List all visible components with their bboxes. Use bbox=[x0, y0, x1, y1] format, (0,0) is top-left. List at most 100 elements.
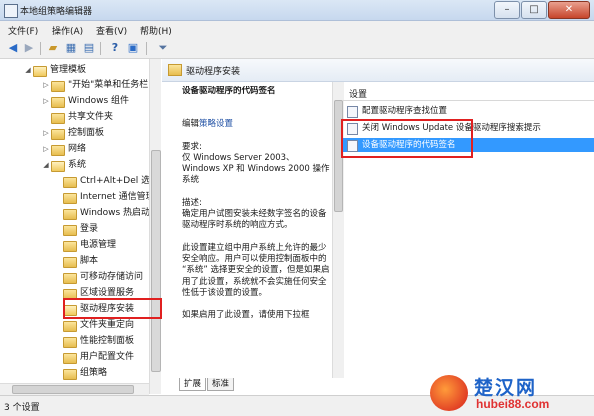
tree-item[interactable]: 组策略 bbox=[62, 366, 107, 381]
collapse-icon[interactable]: ◢ bbox=[42, 158, 50, 173]
folder-icon bbox=[51, 113, 65, 124]
app-icon bbox=[4, 4, 18, 18]
window-controls: – □ ✕ bbox=[493, 1, 590, 19]
tree-item-label: 用户配置文件 bbox=[80, 352, 135, 362]
tree-item[interactable]: 用户配置文件 bbox=[62, 350, 134, 365]
setting-row[interactable]: 配置驱动程序查找位置 bbox=[343, 104, 594, 118]
tree-item-label: 可移动存储访问 bbox=[80, 272, 144, 282]
watermark-url: hubei88.com bbox=[476, 397, 550, 411]
expand-icon[interactable]: ▷ bbox=[42, 94, 50, 109]
tree-item[interactable]: Internet 通信管理 bbox=[62, 190, 155, 205]
expand-icon[interactable]: ▷ bbox=[42, 142, 50, 157]
folder-icon bbox=[63, 241, 77, 252]
tree-scroll-thumb[interactable] bbox=[151, 150, 161, 372]
tree-item[interactable]: 共享文件夹 bbox=[42, 110, 113, 125]
filter-icon[interactable]: ⏷ bbox=[156, 41, 170, 55]
tree-item[interactable]: Windows 热启动 bbox=[62, 206, 150, 221]
close-button[interactable]: ✕ bbox=[548, 1, 590, 19]
watermark-name: 楚汉网 bbox=[474, 377, 538, 399]
navigation-tree: ◢ 管理模板 ▷ "开始"菜单和任务栏 ▷ Windows 组件 共享文件夹 ▷ 控制面… bbox=[0, 59, 161, 394]
window-title: 本地组策略编辑器 bbox=[20, 7, 93, 17]
tree-item-label: 文件夹重定向 bbox=[80, 320, 135, 330]
expand-icon[interactable]: ▷ bbox=[42, 78, 50, 93]
maximize-button[interactable]: □ bbox=[521, 1, 547, 19]
folder-icon bbox=[63, 289, 77, 300]
folder-icon bbox=[63, 337, 77, 348]
menu-help[interactable]: 帮助(H) bbox=[140, 24, 172, 37]
tree-item-label: Ctrl+Alt+Del 选项 bbox=[80, 176, 160, 186]
tree-item-label: Internet 通信管理 bbox=[80, 192, 155, 202]
folder-icon bbox=[63, 209, 77, 220]
tree-item[interactable]: ▷ 网络 bbox=[42, 142, 86, 157]
export-list-icon[interactable]: ▤ bbox=[82, 41, 96, 55]
tree-item[interactable]: 文件夹重定向 bbox=[62, 318, 134, 333]
tree-item-label: 驱动程序安装 bbox=[80, 304, 135, 314]
view-tabs: 扩展 标准 bbox=[175, 378, 355, 392]
tree-item[interactable]: ◢ 管理模板 bbox=[24, 63, 86, 78]
minimize-button[interactable]: – bbox=[494, 1, 520, 19]
settings-column-header[interactable]: 设置 bbox=[343, 84, 594, 101]
tree-item[interactable]: ▷ "开始"菜单和任务栏 bbox=[42, 78, 148, 93]
tree-item[interactable]: ◢ 系统 bbox=[42, 158, 86, 173]
tree-item[interactable]: 性能控制面板 bbox=[62, 334, 134, 349]
help-icon[interactable]: ? bbox=[108, 41, 122, 55]
menu-bar: 文件(F) 操作(A) 查看(V) 帮助(H) bbox=[0, 21, 594, 39]
tree-item-label: 电源管理 bbox=[80, 240, 117, 250]
setting-label: 设备驱动程序的代码签名 bbox=[362, 140, 456, 150]
description-paragraph: 如果启用了此设置，请使用下拉框 bbox=[182, 310, 310, 321]
properties-icon[interactable]: ▣ bbox=[126, 41, 140, 55]
setting-row[interactable]: 关闭 Windows Update 设备驱动程序搜索提示 bbox=[343, 121, 594, 135]
description-scroll-thumb[interactable] bbox=[334, 100, 343, 212]
tree-item-selected[interactable]: 驱动程序安装 bbox=[62, 302, 134, 317]
tree-item[interactable]: 区域设置服务 bbox=[62, 286, 134, 301]
expand-icon[interactable]: ▷ bbox=[42, 126, 50, 141]
setting-label: 配置驱动程序查找位置 bbox=[362, 106, 448, 116]
tab-standard[interactable]: 标准 bbox=[207, 378, 235, 391]
watermark-logo: 楚汉网 hubei88.com bbox=[430, 373, 590, 413]
description-text: 确定用户试图安装未经数字签名的设备驱动程序时系统的响应方式。 bbox=[182, 209, 327, 231]
arrow-right-icon[interactable]: ▶ bbox=[22, 41, 36, 55]
folder-icon bbox=[168, 64, 182, 76]
tree-item-label: 组策略 bbox=[80, 368, 108, 378]
tree-item[interactable]: ▷ 控制面板 bbox=[42, 126, 104, 141]
description-pane: 设备驱动程序的代码签名 编辑策略设置 要求: 仅 Windows Server … bbox=[182, 86, 330, 376]
folder-icon bbox=[51, 145, 65, 156]
toolbar: ◀ ▶ ▰ ▦ ▤ ? ▣ ⏷ bbox=[0, 39, 594, 59]
tree-item-label: Windows 组件 bbox=[68, 96, 130, 106]
tab-extended[interactable]: 扩展 bbox=[179, 378, 207, 391]
tree-item[interactable]: 登录 bbox=[62, 222, 98, 237]
tree-item[interactable]: 电源管理 bbox=[62, 238, 116, 253]
collapse-icon[interactable]: ◢ bbox=[24, 63, 32, 78]
folder-icon bbox=[63, 225, 77, 236]
tree-item[interactable]: 可移动存储访问 bbox=[62, 270, 143, 285]
setting-row-selected[interactable]: 设备驱动程序的代码签名 bbox=[343, 138, 594, 152]
arrow-left-icon[interactable]: ◀ bbox=[6, 41, 20, 55]
tree-item-label: 管理模板 bbox=[50, 65, 87, 75]
menu-action[interactable]: 操作(A) bbox=[52, 24, 83, 37]
toolbar-separator bbox=[40, 42, 41, 55]
details-title: 驱动程序安装 bbox=[186, 67, 241, 77]
tree-item[interactable]: Ctrl+Alt+Del 选项 bbox=[62, 174, 159, 189]
setting-icon bbox=[347, 123, 358, 135]
folder-icon bbox=[51, 161, 65, 172]
tree-item-label: "开始"菜单和任务栏 bbox=[68, 80, 149, 90]
edit-policy-link[interactable]: 策略设置 bbox=[199, 119, 233, 129]
tree-item-label: 脚本 bbox=[80, 256, 99, 266]
menu-view[interactable]: 查看(V) bbox=[96, 24, 127, 37]
tree-item-label: 控制面板 bbox=[68, 128, 105, 138]
tree-hscroll-thumb[interactable] bbox=[12, 385, 134, 394]
tree-item[interactable]: ▷ Windows 组件 bbox=[42, 94, 129, 109]
policy-title: 设备驱动程序的代码签名 bbox=[182, 86, 276, 96]
edit-line: 编辑策略设置 bbox=[182, 119, 330, 130]
menu-file[interactable]: 文件(F) bbox=[8, 24, 38, 37]
folder-icon bbox=[33, 66, 47, 77]
folder-icon bbox=[63, 353, 77, 364]
folder-icon bbox=[63, 193, 77, 204]
folder-icon bbox=[63, 177, 77, 188]
setting-icon bbox=[347, 106, 358, 118]
tree-item-label: 区域设置服务 bbox=[80, 288, 135, 298]
tree-item[interactable]: 脚本 bbox=[62, 254, 98, 269]
folder-up-icon[interactable]: ▰ bbox=[46, 41, 60, 55]
show-tree-icon[interactable]: ▦ bbox=[64, 41, 78, 55]
toolbar-separator bbox=[146, 42, 147, 55]
